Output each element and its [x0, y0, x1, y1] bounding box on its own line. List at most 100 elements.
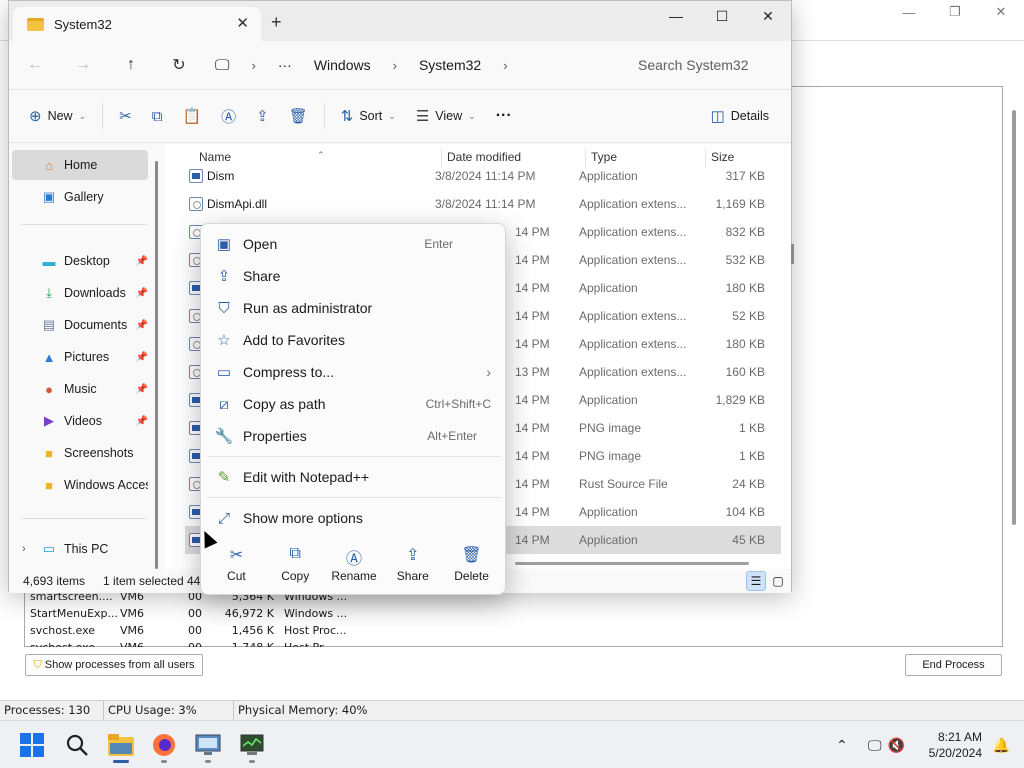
sort-button[interactable]: ⇅ Sort ⌄ [331, 98, 406, 134]
file-type: Application extens... [579, 309, 687, 323]
menu-item-run-as-administrator[interactable]: ⛉ Run as administrator [207, 293, 501, 323]
cut-button[interactable]: ✂ [109, 98, 142, 134]
delete-button[interactable]: 🗑 [279, 98, 318, 134]
address-bar[interactable]: 🖵 › ··· Windows › System32 › [215, 49, 617, 81]
share-action-button[interactable]: ⇪ Share [383, 536, 442, 592]
view-button[interactable]: ☰ View ⌄ [406, 98, 486, 134]
refresh-icon[interactable]: ↻ [163, 49, 195, 81]
file-size: 832 KB [725, 225, 765, 239]
taskbar-task-manager[interactable] [232, 726, 272, 764]
sidebar-item-gallery[interactable]: ▣ Gallery [12, 182, 148, 212]
file-date: 13 PM [515, 365, 550, 379]
network-icon[interactable]: 🖵 [868, 737, 882, 754]
divider [207, 497, 501, 498]
tiles-view-icon[interactable]: ▢ [768, 571, 788, 591]
share-button[interactable]: ⇪ [246, 98, 279, 134]
process-list-scrollbar[interactable] [1012, 110, 1016, 525]
sidebar-item-home[interactable]: ⌂ Home [12, 150, 148, 180]
sidebar-item-downloads[interactable]: ⤓ Downloads 📌 [12, 278, 148, 308]
taskbar-firefox[interactable] [144, 726, 184, 764]
copy-icon: ⧉ [151, 107, 163, 125]
task-manager-window-controls: — ❐ ✕ [886, 0, 1024, 24]
chevron-up-icon[interactable]: ⌃ [836, 737, 854, 754]
minimize-icon[interactable]: — [886, 0, 932, 24]
videos-icon: ▶ [44, 413, 54, 428]
delete-action-button[interactable]: 🗑 Delete [442, 536, 501, 592]
vertical-scrollbar[interactable] [791, 244, 794, 264]
sidebar-item-music[interactable]: ● Music 📌 [12, 374, 148, 404]
new-tab-button[interactable]: + [271, 12, 282, 33]
volume-muted-icon[interactable]: 🔇 [888, 737, 905, 754]
menu-item-copy-as-path[interactable]: ⧄ Copy as path Ctrl+Shift+C [207, 389, 501, 419]
cut-action-button[interactable]: ✂ Cut [207, 536, 266, 592]
start-button[interactable] [12, 726, 52, 764]
search-icon [66, 734, 88, 756]
menu-item-show-more-options[interactable]: ⤢ Show more options [207, 503, 501, 533]
process-row[interactable]: svchost.exe VM6 00 1,748 K Host Pr... [30, 639, 364, 647]
breadcrumb-system32[interactable]: System32 [419, 57, 481, 73]
process-row[interactable]: svchost.exe VM6 00 1,456 K Host Proc... [30, 622, 364, 639]
menu-item-compress-to[interactable]: ▭ Compress to... › [207, 357, 501, 387]
maximize-icon[interactable]: ☐ [699, 1, 745, 31]
taskbar-file-explorer[interactable] [101, 726, 141, 764]
sidebar-item-this-pc[interactable]: › ▭ This PC [12, 534, 148, 564]
menu-item-properties[interactable]: 🔧 Properties Alt+Enter [207, 421, 501, 451]
horizontal-scrollbar[interactable] [515, 562, 749, 565]
more-options-button[interactable]: ··· [486, 98, 522, 134]
file-size: 1,169 KB [715, 197, 765, 211]
minimize-icon[interactable]: — [653, 1, 699, 31]
paste-button[interactable]: 📋 [172, 98, 211, 134]
copy-button[interactable]: ⧉ [142, 98, 173, 134]
up-icon[interactable]: ↑ [115, 49, 147, 81]
sidebar-item-documents[interactable]: ▤ Documents 📌 [12, 310, 148, 340]
sidebar-item-pictures[interactable]: ▲ Pictures 📌 [12, 342, 148, 372]
notification-button[interactable]: 🔔 [993, 721, 1010, 768]
copy-action-button[interactable]: ⧉ Copy [266, 536, 325, 592]
close-icon[interactable]: ✕ [745, 1, 791, 31]
search-button[interactable] [57, 726, 97, 764]
remote-desktop-icon [195, 734, 221, 755]
details-view-icon[interactable]: ☰ [746, 571, 766, 591]
menu-item-share[interactable]: ⇪ Share [207, 261, 501, 291]
menu-item-label: Run as administrator [243, 300, 373, 316]
table-row[interactable]: DismApi.dll 3/8/2024 11:14 PM Applicatio… [185, 190, 781, 218]
sidebar-scrollbar[interactable] [155, 161, 158, 569]
file-type: PNG image [579, 421, 642, 435]
tab-system32[interactable]: System32 ✕ [13, 7, 261, 41]
search-input[interactable]: Search System32 [625, 49, 785, 81]
end-process-button[interactable]: End Process [905, 654, 1002, 676]
taskbar-remote-desktop[interactable] [188, 726, 228, 764]
new-button[interactable]: ⊕ New ⌄ [19, 98, 96, 134]
process-row[interactable]: StartMenuExp... VM6 00 46,972 K Windows … [30, 605, 364, 622]
chevron-down-icon: ⌄ [388, 110, 396, 121]
breadcrumb-windows[interactable]: Windows [314, 57, 371, 73]
active-indicator [113, 760, 129, 763]
rename-action-button[interactable]: Ⓐ Rename [325, 536, 384, 592]
chevron-right-icon[interactable]: › [22, 543, 26, 555]
breadcrumb-more[interactable]: ··· [278, 57, 292, 73]
shield-icon: ⛉ [33, 658, 42, 671]
sidebar-item-videos[interactable]: ▶ Videos 📌 [12, 406, 148, 436]
show-all-users-button[interactable]: ⛉ Show processes from all users [25, 654, 203, 676]
sort-label: Sort [359, 109, 383, 123]
menu-item-edit-with-notepad[interactable]: ✎ Edit with Notepad++ [207, 462, 501, 492]
menu-item-label: Open [243, 236, 278, 252]
close-icon[interactable]: ✕ [978, 0, 1024, 24]
menu-item-shortcut: Alt+Enter [427, 429, 477, 443]
pin-icon: 📌 [135, 383, 148, 395]
sidebar-item-desktop[interactable]: ▬ Desktop 📌 [12, 246, 149, 276]
sidebar-item-screenshots[interactable]: ■ Screenshots [12, 438, 148, 468]
table-row[interactable]: Dism 3/8/2024 11:14 PM Application 317 K… [185, 162, 781, 190]
clock[interactable]: 8:21 AM 5/20/2024 [929, 729, 982, 761]
details-button[interactable]: ◫ Details [701, 98, 779, 134]
back-icon[interactable]: ← [19, 49, 51, 81]
desktop-icon: ▬ [42, 253, 56, 269]
menu-item-add-to-favorites[interactable]: ☆ Add to Favorites [207, 325, 501, 355]
rename-button[interactable]: Ⓐ [211, 98, 246, 134]
sidebar-item-windows-accessories[interactable]: ■ Windows Acces [12, 470, 148, 500]
close-tab-icon[interactable]: ✕ [236, 14, 249, 32]
file-name: Dism [207, 169, 235, 183]
forward-icon[interactable]: → [67, 49, 99, 81]
restore-icon[interactable]: ❐ [932, 0, 978, 24]
menu-item-open[interactable]: ▣ Open Enter [207, 229, 501, 259]
